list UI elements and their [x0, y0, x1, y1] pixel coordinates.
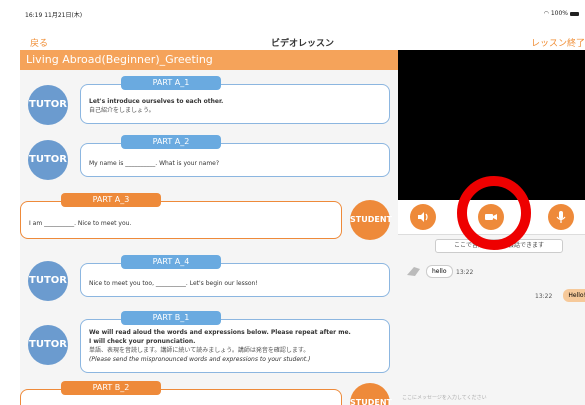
part-label: PART B_2	[61, 381, 161, 395]
chat-panel: ここで音声と文字で会話できます hello 13:22 13:22 Hello!…	[398, 234, 585, 405]
lesson-row-a2: TUTOR PART A_2 My name is __________. Wh…	[20, 135, 398, 185]
part-card: PART A_1 Let's introduce ourselves to ea…	[80, 76, 390, 124]
part-label: PART A_1	[121, 76, 221, 90]
highlight-circle	[457, 176, 531, 250]
lesson-row-a1: TUTOR PART A_1 Let's introduce ourselves…	[20, 76, 398, 130]
lesson-row-b1: TUTOR PART B_1 We will read aloud the wo…	[20, 311, 398, 375]
part-card: PART A_2 My name is __________. What is …	[80, 135, 390, 177]
chat-message-time: 13:22	[535, 293, 553, 300]
speaker-button[interactable]	[410, 204, 436, 230]
part-label: PART B_1	[121, 311, 221, 325]
lesson-row-b2: PART B_2 STUDENT	[20, 381, 398, 405]
tutor-avatar: TUTOR	[28, 85, 68, 125]
wifi-icon: ◠	[543, 10, 549, 17]
tutor-avatar: TUTOR	[28, 325, 68, 365]
part-card: PART B_1 We will read aloud the words an…	[80, 311, 390, 373]
part-text: Nice to meet you too, __________. Let's …	[89, 280, 258, 287]
part-card: PART A_4 Nice to meet you too, _________…	[80, 255, 390, 297]
chat-message-incoming: hello	[426, 265, 453, 278]
part-text: We will read aloud the words and express…	[89, 329, 351, 363]
student-avatar: STUDENT	[350, 200, 392, 240]
status-time: 16:19 11月21日(木)	[25, 12, 83, 19]
status-battery: ◠ 100%	[544, 10, 579, 17]
part-label: PART A_3	[61, 193, 161, 207]
tutor-avatar: TUTOR	[28, 261, 68, 301]
part-label: PART A_2	[121, 135, 221, 149]
lesson-row-a3: PART A_3 I am __________. Nice to meet y…	[20, 193, 398, 245]
chat-message-time: 13:22	[456, 269, 474, 276]
status-bar: 16:19 11月21日(木) ◠ 100%	[20, 8, 585, 20]
microphone-button[interactable]	[548, 204, 574, 230]
part-card: PART B_2	[20, 381, 342, 405]
end-lesson-button[interactable]: レッスン終了	[531, 36, 585, 49]
chat-input[interactable]: ここにメッセージを入力してください	[402, 392, 580, 404]
student-avatar: STUDENT	[350, 383, 392, 405]
lesson-row-a4: TUTOR PART A_4 Nice to meet you too, ___…	[20, 255, 398, 305]
part-card: PART A_3 I am __________. Nice to meet y…	[20, 193, 342, 239]
chat-message-outgoing: Hello!	[563, 289, 585, 302]
part-text: I am __________. Nice to meet you.	[29, 220, 132, 227]
lesson-content[interactable]: TUTOR PART A_1 Let's introduce ourselves…	[20, 70, 398, 405]
tutor-avatar: TUTOR	[28, 140, 68, 180]
part-text: Let's introduce ourselves to each other.…	[89, 98, 224, 114]
nav-bar: 戻る ビデオレッスン レッスン終了	[20, 20, 585, 51]
part-text: My name is __________. What is your name…	[89, 160, 220, 167]
lesson-title: Living Abroad(Beginner)_Greeting	[20, 50, 398, 70]
part-label: PART A_4	[121, 255, 221, 269]
page-title: ビデオレッスン	[270, 39, 334, 49]
chat-user-icon	[407, 267, 420, 276]
microphone-icon	[556, 211, 566, 223]
battery-icon	[570, 11, 579, 16]
speaker-icon	[418, 212, 428, 222]
